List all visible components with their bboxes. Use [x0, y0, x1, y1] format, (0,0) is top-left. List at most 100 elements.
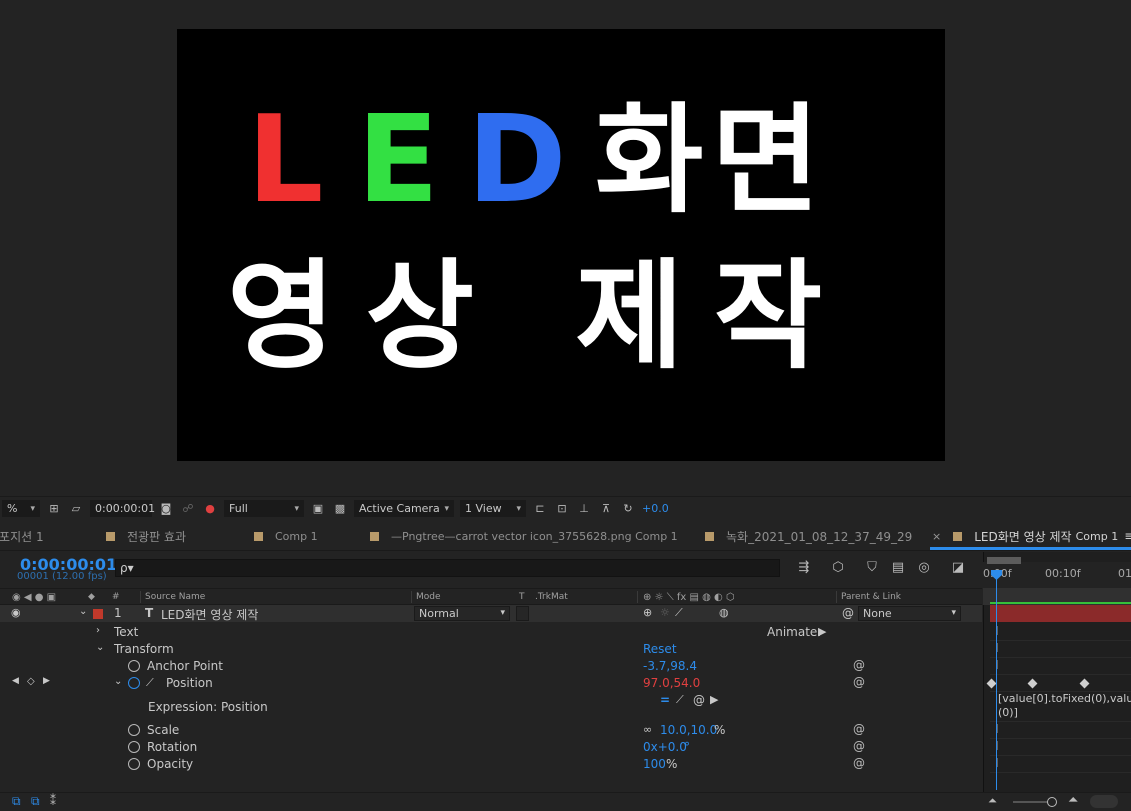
- layer-label-color[interactable]: [93, 609, 103, 619]
- graph-editor-icon[interactable]: ◪: [949, 560, 967, 576]
- composition-canvas[interactable]: L E D 화면 영상 제작: [177, 29, 945, 461]
- stopwatch-icon[interactable]: [128, 724, 140, 736]
- frame-blending-icon[interactable]: ▤: [889, 560, 907, 576]
- expression-text-line-2[interactable]: (0)]: [998, 706, 1018, 719]
- motion-blur-switch-icon[interactable]: ◍: [719, 606, 729, 619]
- opacity-value[interactable]: 100: [643, 757, 666, 771]
- pick-whip-icon[interactable]: @: [853, 739, 865, 753]
- composition-mini-flowchart-icon[interactable]: ⇶: [795, 560, 813, 576]
- toggle-pixel-aspect-icon[interactable]: ⊏: [532, 501, 548, 517]
- pick-whip-icon[interactable]: @: [853, 722, 865, 736]
- timeline-scroll-handle[interactable]: [1090, 795, 1118, 808]
- views-dropdown[interactable]: 1 View ▾: [460, 500, 526, 517]
- rotation-row[interactable]: Rotation 0x+0.0 ° @: [0, 739, 982, 756]
- expression-text-line-1[interactable]: [value[0].toFixed(0),value: [998, 692, 1131, 705]
- text-property-group[interactable]: › Text Animate: ▶: [0, 624, 982, 641]
- time-ruler[interactable]: 0:00f 00:10f 01: [983, 562, 1131, 588]
- anchor-point-value[interactable]: -3.7,98.4: [643, 659, 697, 673]
- channel-rgb-icon[interactable]: ●: [202, 501, 218, 517]
- transfer-controls-toggle-icon[interactable]: ⧉: [31, 794, 40, 809]
- anchor-point-row[interactable]: Anchor Point -3.7,98.4 @: [0, 658, 982, 675]
- in-out-duration-toggle-icon[interactable]: ⁑: [50, 794, 56, 808]
- next-keyframe-icon[interactable]: ▶: [43, 676, 50, 686]
- zoom-out-icon[interactable]: ⏶: [988, 794, 997, 808]
- reset-link[interactable]: Reset: [643, 642, 677, 656]
- keyframe-diamond[interactable]: [1027, 678, 1038, 689]
- time-navigator-handle[interactable]: [987, 557, 1021, 564]
- shy-switch-icon[interactable]: ⊕: [643, 606, 652, 619]
- exposure-value[interactable]: +0.0: [642, 502, 669, 515]
- expression-pick-whip-icon[interactable]: @: [693, 693, 705, 707]
- scale-row[interactable]: Scale ∞ 10.0,10.0 % @: [0, 722, 982, 739]
- panel-menu-icon[interactable]: ≡: [1124, 529, 1131, 543]
- grid-guides-icon[interactable]: ⊞: [46, 501, 62, 517]
- motion-blur-icon[interactable]: ◎: [915, 560, 933, 576]
- animate-play-icon[interactable]: ▶: [818, 625, 826, 638]
- mask-visibility-icon[interactable]: ▱: [68, 501, 84, 517]
- zoom-dropdown[interactable]: % ▾: [2, 500, 40, 517]
- timeline-icon[interactable]: ⊥: [576, 501, 592, 517]
- shy-layers-icon[interactable]: ⛉: [863, 560, 881, 576]
- zoom-in-icon[interactable]: ⏶: [1068, 793, 1078, 808]
- tab-comp-1[interactable]: Comp 1: [254, 521, 318, 551]
- close-icon[interactable]: ×: [932, 530, 941, 543]
- chevron-right-icon[interactable]: ›: [96, 625, 100, 636]
- position-row[interactable]: ◀ ◇ ▶ ⌄ ⟋ Position 97.0,54.0 @: [0, 675, 982, 692]
- layer-search-input[interactable]: ρ▾: [115, 559, 780, 577]
- transform-property-group[interactable]: ⌄ Transform Reset: [0, 641, 982, 658]
- stopwatch-icon[interactable]: [128, 677, 140, 689]
- collapse-switch-icon[interactable]: ☼: [660, 606, 670, 619]
- pick-whip-icon[interactable]: @: [853, 756, 865, 770]
- preserve-transparency-box[interactable]: [516, 606, 529, 621]
- snapshot-camera-icon[interactable]: ◙: [158, 501, 174, 517]
- layer-name[interactable]: LED화면 영상 제작: [161, 606, 258, 623]
- layer-duration-bar[interactable]: [990, 605, 1131, 622]
- quality-switch-icon[interactable]: ⟋: [675, 606, 683, 620]
- blend-mode-dropdown[interactable]: Normal ▾: [414, 606, 510, 621]
- layer-switches-toggle-icon[interactable]: ⧉: [12, 794, 21, 809]
- pick-whip-icon[interactable]: @: [853, 658, 865, 672]
- layer-row[interactable]: ◉ ⌄ 1 T LED화면 영상 제작 Normal ▾ ⊕ ☼ ⟋ ◍ @ No…: [0, 605, 982, 622]
- draft-3d-icon[interactable]: ⬡: [829, 560, 847, 576]
- parent-dropdown[interactable]: None ▾: [858, 606, 961, 621]
- transparency-grid-icon[interactable]: ▩: [332, 501, 348, 517]
- composition-viewer[interactable]: L E D 화면 영상 제작: [0, 0, 1131, 495]
- constrain-proportions-icon[interactable]: ∞: [643, 723, 652, 736]
- rotation-value[interactable]: 0x+0.0: [643, 740, 687, 754]
- camera-dropdown[interactable]: Active Camera ▾: [354, 500, 454, 517]
- resolution-dropdown[interactable]: Full ▾: [224, 500, 304, 517]
- show-snapshot-icon[interactable]: ☍: [180, 501, 196, 517]
- tab-billboard-effect[interactable]: 전광판 효과: [106, 521, 186, 551]
- source-name-column-header[interactable]: Source Name: [145, 592, 205, 602]
- tab-pngtree-carrot[interactable]: —Pngtree—carrot vector icon_3755628.png …: [370, 521, 678, 551]
- opacity-row[interactable]: Opacity 100 % @: [0, 756, 982, 773]
- zoom-slider-handle[interactable]: [1047, 797, 1057, 807]
- viewer-timecode[interactable]: 0:00:00:01: [90, 500, 155, 517]
- chevron-down-icon[interactable]: ⌄: [96, 642, 104, 653]
- stopwatch-icon[interactable]: [128, 741, 140, 753]
- chevron-down-icon[interactable]: ⌄: [114, 676, 122, 687]
- tab-composition-1[interactable]: 컴포지션 1: [0, 521, 44, 551]
- position-value[interactable]: 97.0,54.0: [643, 676, 700, 690]
- add-keyframe-icon[interactable]: ◇: [27, 676, 35, 687]
- current-time-indicator-line[interactable]: [996, 570, 997, 790]
- reset-exposure-icon[interactable]: ↻: [620, 501, 636, 517]
- stopwatch-icon[interactable]: [128, 758, 140, 770]
- pick-whip-icon[interactable]: @: [853, 675, 865, 689]
- pick-whip-icon[interactable]: @: [842, 606, 854, 620]
- scale-value[interactable]: 10.0,10.0: [660, 723, 717, 737]
- flowchart-icon[interactable]: ⊼: [598, 501, 614, 517]
- graph-icon[interactable]: ⟋: [146, 676, 154, 690]
- stopwatch-icon[interactable]: [128, 660, 140, 672]
- keyframe-diamond[interactable]: [1079, 678, 1090, 689]
- fast-previews-icon[interactable]: ⊡: [554, 501, 570, 517]
- chevron-down-icon[interactable]: ⌄: [79, 606, 87, 617]
- expression-enable-icon[interactable]: =: [660, 693, 670, 707]
- previous-keyframe-icon[interactable]: ◀: [12, 676, 19, 686]
- region-of-interest-icon[interactable]: ▣: [310, 501, 326, 517]
- expression-language-menu-icon[interactable]: ▶: [710, 693, 718, 706]
- eye-icon[interactable]: ◉: [11, 606, 21, 619]
- expression-row[interactable]: Expression: Position = ⟋ @ ▶: [0, 692, 982, 720]
- expression-graph-icon[interactable]: ⟋: [676, 693, 684, 707]
- tab-recording[interactable]: 녹화_2021_01_08_12_37_49_29: [705, 521, 912, 551]
